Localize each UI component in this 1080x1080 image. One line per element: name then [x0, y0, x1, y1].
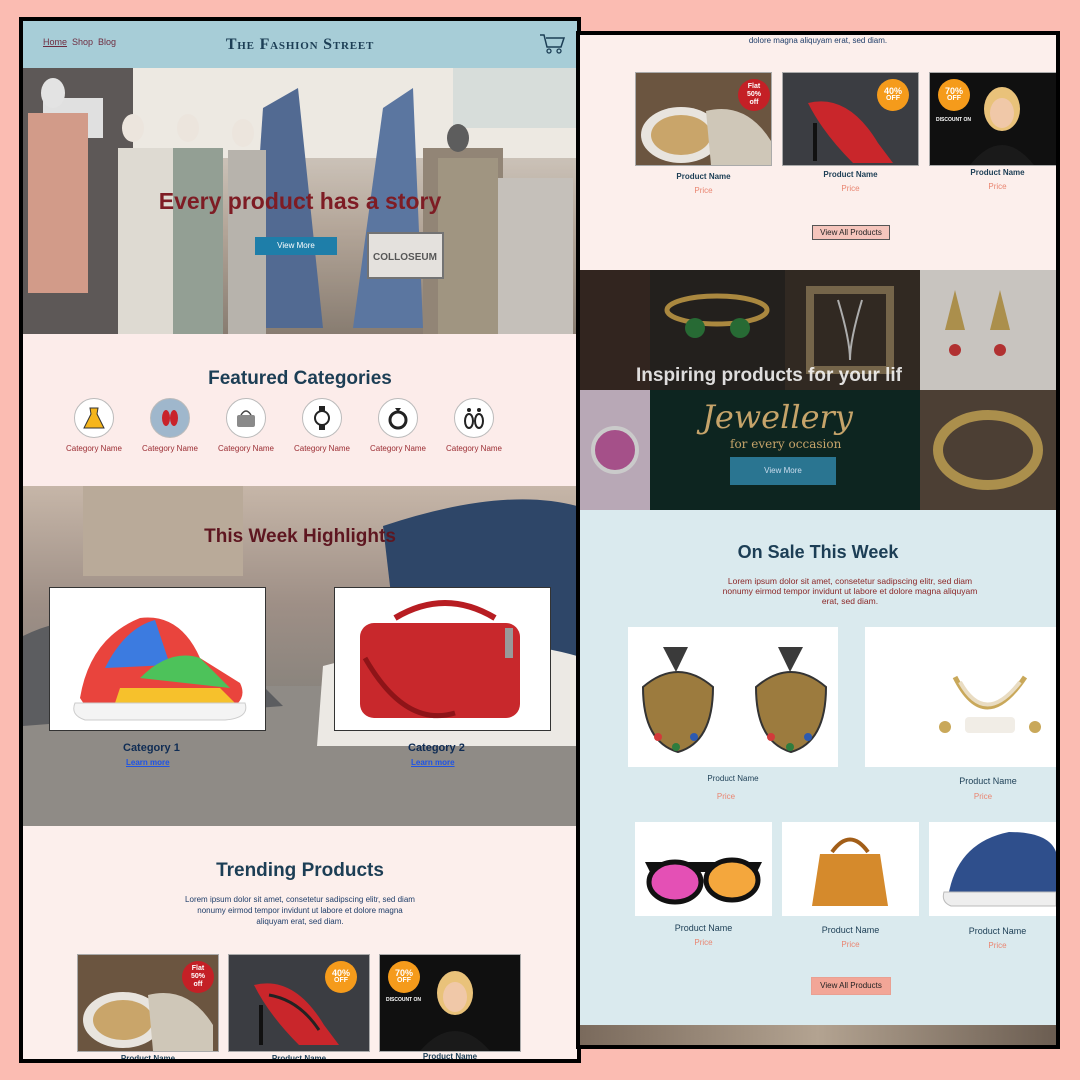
- hero-title: Every product has a story: [158, 188, 442, 214]
- trending-product-card[interactable]: Flat 50% off: [77, 954, 219, 1052]
- product-name: Product Name: [823, 170, 878, 179]
- trending-products-title: Trending Products: [216, 860, 384, 881]
- product-price: Price: [841, 184, 860, 193]
- discount-caption: DISCOUNT ON: [386, 997, 421, 1003]
- colorful-baby-shoes-image: [73, 617, 247, 721]
- product-card[interactable]: 40% OFF: [782, 72, 919, 166]
- discount-badge: Flat 50% off: [182, 961, 214, 993]
- sale-product-price: Price: [694, 938, 713, 947]
- trending-product-name: Product Name: [422, 1052, 478, 1061]
- sale-product-card[interactable]: [865, 627, 1056, 767]
- sale-product-card[interactable]: [929, 822, 1056, 916]
- highlight-card-2-learn-more-link[interactable]: Learn more: [411, 758, 455, 767]
- on-sale-title: On Sale This Week: [737, 542, 899, 562]
- sale-product-card[interactable]: [628, 627, 838, 767]
- jewellery-banner: Inspiring products for your lif Jeweller…: [580, 270, 1056, 510]
- discount-badge: Flat 50% off: [738, 79, 770, 111]
- red-handbag-image: [360, 600, 520, 719]
- sale-product-price: Price: [716, 792, 736, 801]
- trending-product-name: Product Name: [271, 1054, 327, 1063]
- discount-badge: 40% OFF: [325, 961, 357, 993]
- jewellery-script-heading: Jewellery: [702, 398, 853, 436]
- tan-handbag-product-image: [812, 837, 888, 906]
- category-item[interactable]: Category Name: [218, 398, 274, 453]
- category-label: Category Name: [293, 444, 351, 453]
- category-label: Category Name: [445, 444, 503, 453]
- trending-products-section: Trending Products Lorem ipsum dolor sit …: [23, 826, 577, 1063]
- featured-categories-title: Featured Categories: [208, 368, 392, 389]
- sale-product-card[interactable]: [635, 822, 772, 916]
- sale-product-name: Product Name: [968, 926, 1027, 936]
- trending-product-card[interactable]: 70% OFF DISCOUNT ON: [379, 954, 521, 1052]
- highlight-card-1-learn-more-link[interactable]: Learn more: [126, 758, 170, 767]
- ring-icon: [378, 398, 418, 438]
- on-sale-section: On Sale This Week Lorem ipsum dolor sit …: [580, 510, 1056, 1025]
- category-label: Category Name: [217, 444, 275, 453]
- view-all-products-button[interactable]: View All Products: [812, 225, 890, 240]
- denim-shoe-product-image: [942, 832, 1056, 907]
- highlight-card-2[interactable]: [334, 587, 551, 731]
- highlight-card-1[interactable]: [49, 587, 266, 731]
- shoes-icon: [150, 398, 190, 438]
- product-price: Price: [694, 186, 713, 195]
- sale-product-price: Price: [988, 941, 1007, 950]
- sale-product-card[interactable]: [782, 822, 919, 916]
- highlight-card-1-category: Category 1: [123, 742, 180, 754]
- hero-view-more-button[interactable]: View More: [255, 237, 337, 255]
- sunglasses-product-image: [645, 857, 762, 905]
- trending-product-name: Product Name: [120, 1054, 176, 1063]
- right-page-screenshot: dolore magna aliquyam erat, sed diam. Fl…: [576, 31, 1060, 1049]
- product-name: Product Name: [970, 168, 1025, 177]
- category-label: Category Name: [141, 444, 199, 453]
- necklace-set-product-image: [939, 675, 1041, 733]
- sale-product-price: Price: [973, 792, 993, 801]
- sale-product-price: Price: [841, 940, 860, 949]
- hero-banner: COLLOSEUM Every product has a story View…: [23, 68, 577, 334]
- sale-product-name: Product Name: [674, 923, 733, 933]
- category-item[interactable]: Category Name: [370, 398, 426, 453]
- week-highlights-section: This Week Highlights Category 1 Learn mo…: [23, 486, 577, 826]
- discount-badge: 70% OFF: [388, 961, 420, 993]
- next-section-photo-strip: [580, 1025, 1056, 1045]
- jewellery-banner-title: Inspiring products for your lif: [636, 365, 902, 386]
- cart-icon[interactable]: [539, 33, 565, 55]
- category-label: Category Name: [369, 444, 427, 453]
- highlight-card-2-category: Category 2: [408, 742, 465, 754]
- trending-products-description: Lorem ipsum dolor sit amet, consetetur s…: [185, 895, 415, 926]
- category-label: Category Name: [65, 444, 123, 453]
- featured-categories-section: Featured Categories Category Name Catego…: [23, 334, 577, 486]
- category-row: Category Name Category Name Category Nam…: [66, 398, 502, 453]
- jewellery-view-more-button[interactable]: View More: [730, 457, 836, 485]
- jewellery-subtitle: for every occasion: [730, 437, 842, 451]
- product-card[interactable]: 70% OFF DISCOUNT ON: [929, 72, 1056, 166]
- earrings-icon: [454, 398, 494, 438]
- trending-description-tail: dolore magna aliquyam erat, sed diam.: [748, 36, 888, 45]
- watch-icon: [302, 398, 342, 438]
- discount-caption: DISCOUNT ON: [936, 117, 971, 123]
- product-price: Price: [988, 182, 1007, 191]
- brand-title[interactable]: The Fashion Street: [23, 36, 577, 54]
- handbag-icon: [226, 398, 266, 438]
- category-item[interactable]: Category Name: [142, 398, 198, 453]
- week-highlights-title: This Week Highlights: [204, 526, 396, 547]
- top-navbar: Home Shop Blog The Fashion Street: [23, 21, 577, 68]
- category-item[interactable]: Category Name: [294, 398, 350, 453]
- left-page-screenshot: Home Shop Blog The Fashion Street Every …: [19, 17, 581, 1063]
- product-card[interactable]: Flat 50% off: [635, 72, 772, 166]
- on-sale-description: Lorem ipsum dolor sit amet, consetetur s…: [722, 576, 978, 606]
- category-item[interactable]: Category Name: [66, 398, 122, 453]
- discount-badge: 70% OFF: [938, 79, 970, 111]
- sale-product-name: Product Name: [821, 925, 880, 935]
- sale-product-name: Product Name: [959, 776, 1017, 786]
- discount-badge: 40% OFF: [877, 79, 909, 111]
- trending-product-card[interactable]: 40% OFF: [228, 954, 370, 1052]
- category-item[interactable]: Category Name: [446, 398, 502, 453]
- sale-product-name: Product Name: [707, 774, 759, 783]
- sale-view-all-products-button[interactable]: View All Products: [811, 977, 891, 995]
- dress-icon: [74, 398, 114, 438]
- product-name: Product Name: [676, 172, 731, 181]
- earrings-product-image: [641, 647, 828, 754]
